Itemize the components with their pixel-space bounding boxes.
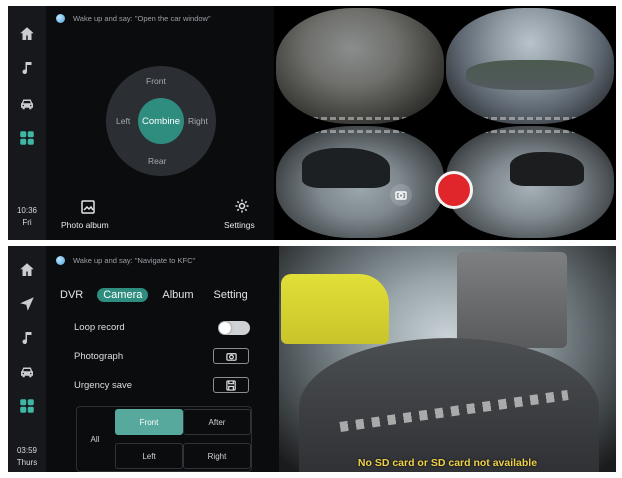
dvr-camera-screen: 03:59 Thurs Wake up and say: "Navigate t… [8, 246, 616, 472]
settings-icon[interactable] [234, 198, 250, 214]
apps-icon[interactable] [17, 128, 37, 148]
tab-album[interactable]: Album [156, 288, 199, 302]
view-combine-button[interactable]: Combine [138, 98, 184, 144]
settings-label[interactable]: Settings [224, 220, 255, 230]
home-icon[interactable] [17, 24, 37, 44]
urgency-save-button[interactable] [213, 377, 249, 393]
camera-icon [225, 352, 237, 361]
view-right-button[interactable]: Right [188, 116, 208, 126]
music-icon[interactable] [17, 58, 37, 78]
camera-front-button[interactable]: Front [115, 409, 183, 435]
home-icon[interactable] [17, 260, 37, 280]
loop-record-label: Loop record [74, 322, 125, 333]
voice-assistant-icon[interactable] [56, 14, 65, 23]
parking-lot-shape [299, 338, 599, 472]
clock-time: 10:36 [16, 206, 38, 215]
camera-rear-view[interactable] [446, 8, 614, 124]
music-icon[interactable] [17, 328, 37, 348]
loop-record-toggle[interactable] [218, 321, 250, 335]
view-left-button[interactable]: Left [116, 116, 130, 126]
camera-front-view[interactable] [276, 8, 444, 124]
surround-view-screen: 10:36 Fri Wake up and say: "Open the car… [8, 6, 616, 240]
sidebar: 10:36 Fri [8, 6, 46, 240]
camera-after-button[interactable]: After [183, 409, 251, 435]
car-icon[interactable] [17, 362, 37, 382]
clock-day: Fri [22, 218, 32, 227]
urgency-save-label: Urgency save [74, 380, 133, 391]
camera-left-button[interactable]: Left [115, 443, 183, 469]
apps-icon[interactable] [17, 396, 37, 416]
building-shape [457, 252, 567, 348]
camera-selection-grid: All Front After Left Right [76, 406, 252, 472]
tab-dvr[interactable]: DVR [54, 288, 89, 302]
tab-camera[interactable]: Camera [97, 288, 149, 302]
view-rear-button[interactable]: Rear [148, 156, 166, 166]
tab-setting[interactable]: Setting [208, 288, 254, 302]
car-icon[interactable] [17, 94, 37, 114]
sd-card-warning: No SD card or SD card not available [357, 457, 538, 469]
voice-hint-text: Wake up and say: "Navigate to KFC" [73, 256, 196, 265]
voice-assistant-icon[interactable] [56, 256, 65, 265]
voice-hint: Wake up and say: "Navigate to KFC" [56, 256, 195, 265]
photo-album-label[interactable]: Photo album [61, 220, 109, 230]
record-button[interactable] [435, 171, 473, 209]
view-selector-wheel: Front Rear Left Right Combine [106, 66, 216, 176]
voice-hint-text: Wake up and say: "Open the car window" [73, 14, 211, 23]
photograph-button[interactable] [213, 348, 249, 364]
save-icon [225, 379, 236, 391]
bus-shape [281, 274, 389, 344]
voice-hint: Wake up and say: "Open the car window" [56, 14, 211, 23]
camera-left-view[interactable] [276, 126, 444, 238]
camera-live-view[interactable]: No SD card or SD card not available [279, 246, 616, 472]
sidebar: 03:59 Thurs [8, 246, 46, 472]
photo-album-icon[interactable] [80, 199, 96, 215]
capture-photo-button[interactable] [390, 184, 412, 206]
navigation-icon[interactable] [17, 294, 37, 314]
view-front-button[interactable]: Front [146, 76, 166, 86]
clock-time: 03:59 [16, 446, 38, 455]
camera-all-button[interactable]: All [77, 407, 113, 471]
camera-right-button[interactable]: Right [183, 443, 251, 469]
clock-day: Thurs [16, 458, 38, 467]
camera-icon [395, 191, 407, 200]
dvr-tabs: DVR Camera Album Setting [54, 288, 254, 302]
photograph-label: Photograph [74, 351, 124, 362]
